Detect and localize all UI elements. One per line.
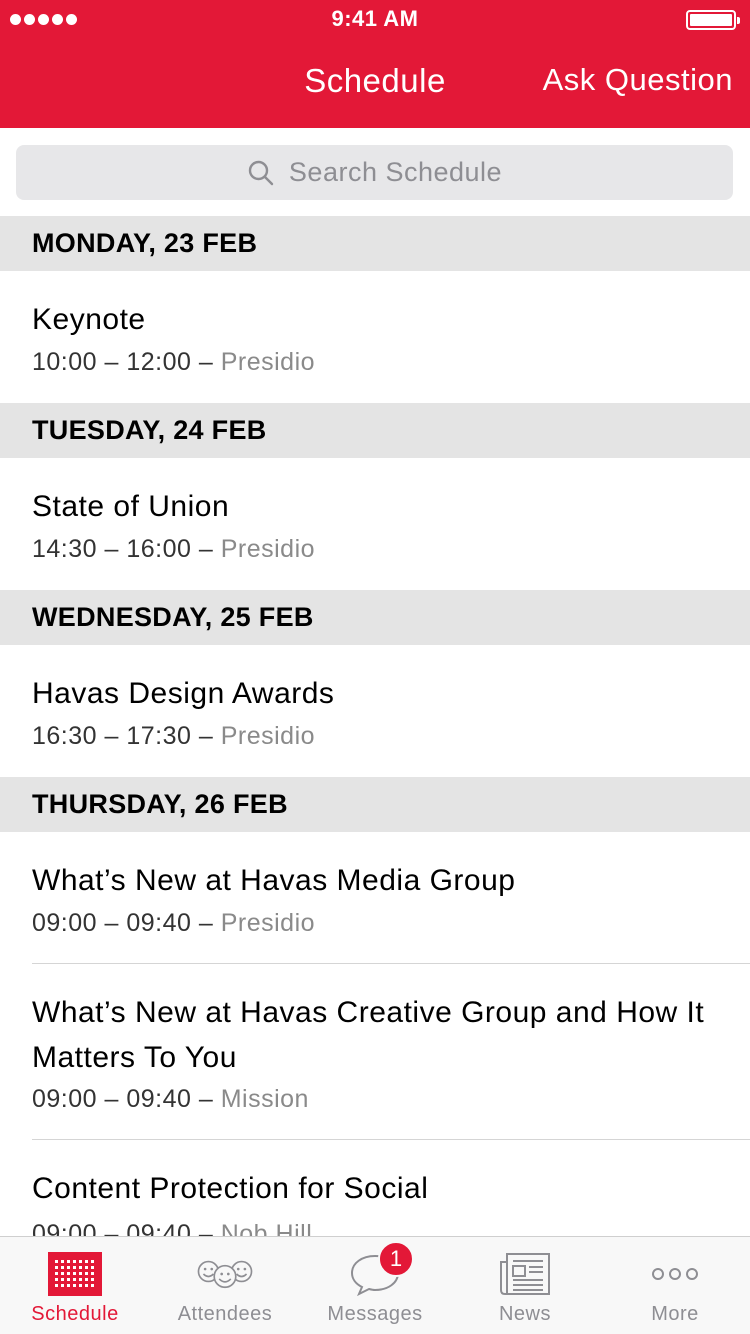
- session-item[interactable]: State of Union 14:30 – 16:00 – Presidio: [0, 458, 750, 590]
- session-item[interactable]: Content Protection for Social 09:00 – 09…: [0, 1140, 750, 1236]
- newspaper-icon: [496, 1251, 554, 1297]
- session-meta: 14:30 – 16:00 – Presidio: [32, 535, 315, 564]
- session-location: Mission: [220, 1085, 309, 1113]
- attendees-faces-icon: [196, 1251, 254, 1297]
- tab-attendees[interactable]: Attendees: [150, 1237, 300, 1334]
- session-location: Nob Hill: [220, 1220, 313, 1236]
- session-time: 10:00 – 12:00 –: [32, 348, 221, 376]
- session-meta: 09:00 – 09:40 – Mission: [32, 1085, 309, 1114]
- status-time: 9:41 AM: [331, 6, 419, 31]
- search-placeholder: Search Schedule: [288, 157, 503, 187]
- search-input[interactable]: Search Schedule: [16, 145, 733, 200]
- tab-label: Attendees: [177, 1303, 273, 1325]
- session-meta: 10:00 – 12:00 – Presidio: [32, 348, 315, 377]
- session-location: Presidio: [220, 348, 316, 376]
- tab-bar: Schedule Attendees 1 Messages News More: [0, 1236, 750, 1334]
- session-meta: 09:00 – 09:40 – Presidio: [32, 909, 315, 938]
- day-header-thursday: THURSDAY, 26 FEB: [0, 777, 750, 832]
- session-time: 16:30 – 17:30 –: [32, 722, 221, 750]
- search-bar: Search Schedule: [0, 128, 750, 216]
- session-meta: 16:30 – 17:30 – Presidio: [32, 722, 315, 751]
- status-bar: 9:41 AM: [0, 0, 750, 40]
- tab-label: Messages: [327, 1303, 423, 1325]
- session-item[interactable]: Havas Design Awards 16:30 – 17:30 – Pres…: [0, 645, 750, 777]
- session-time: 09:00 – 09:40 –: [32, 909, 221, 937]
- session-location: Presidio: [220, 909, 316, 937]
- tab-messages[interactable]: 1 Messages: [300, 1237, 450, 1334]
- schedule-list[interactable]: MONDAY, 23 FEB Keynote 10:00 – 12:00 – P…: [0, 216, 750, 1236]
- day-header-monday: MONDAY, 23 FEB: [0, 216, 750, 271]
- tab-news[interactable]: News: [450, 1237, 600, 1334]
- day-header-wednesday: WEDNESDAY, 25 FEB: [0, 590, 750, 645]
- session-title: Keynote: [32, 303, 146, 336]
- session-title: Content Protection for Social: [32, 1172, 429, 1205]
- session-item[interactable]: Keynote 10:00 – 12:00 – Presidio: [0, 271, 750, 403]
- tab-label: More: [651, 1303, 699, 1325]
- calendar-grid-icon: [46, 1251, 104, 1297]
- tab-schedule[interactable]: Schedule: [0, 1237, 150, 1334]
- session-title: Havas Design Awards: [32, 677, 335, 710]
- session-time: 09:00 – 09:40 –: [32, 1085, 221, 1113]
- session-item[interactable]: What’s New at Havas Media Group 09:00 – …: [0, 832, 750, 964]
- session-location: Presidio: [220, 535, 316, 563]
- session-title: What’s New at Havas Creative Group and H…: [32, 996, 705, 1074]
- battery-icon: [686, 10, 740, 30]
- session-location: Presidio: [220, 722, 316, 750]
- more-dots-icon: [646, 1251, 704, 1297]
- app-header: 9:41 AM Schedule Ask Question: [0, 0, 750, 128]
- session-time: 14:30 – 16:00 –: [32, 535, 221, 563]
- tab-label: Schedule: [31, 1303, 119, 1325]
- session-time: 09:00 – 09:40 –: [32, 1220, 221, 1236]
- day-header-tuesday: TUESDAY, 24 FEB: [0, 403, 750, 458]
- tab-label: News: [498, 1303, 551, 1325]
- unread-badge: 1: [378, 1241, 414, 1277]
- search-icon: [248, 160, 274, 185]
- session-title: State of Union: [32, 490, 230, 523]
- tab-more[interactable]: More: [600, 1237, 750, 1334]
- session-item[interactable]: What’s New at Havas Creative Group and H…: [0, 964, 750, 1140]
- session-meta: 09:00 – 09:40 – Nob Hill: [32, 1220, 312, 1236]
- session-title: What’s New at Havas Media Group: [32, 864, 516, 897]
- ask-question-button[interactable]: Ask Question: [543, 62, 733, 98]
